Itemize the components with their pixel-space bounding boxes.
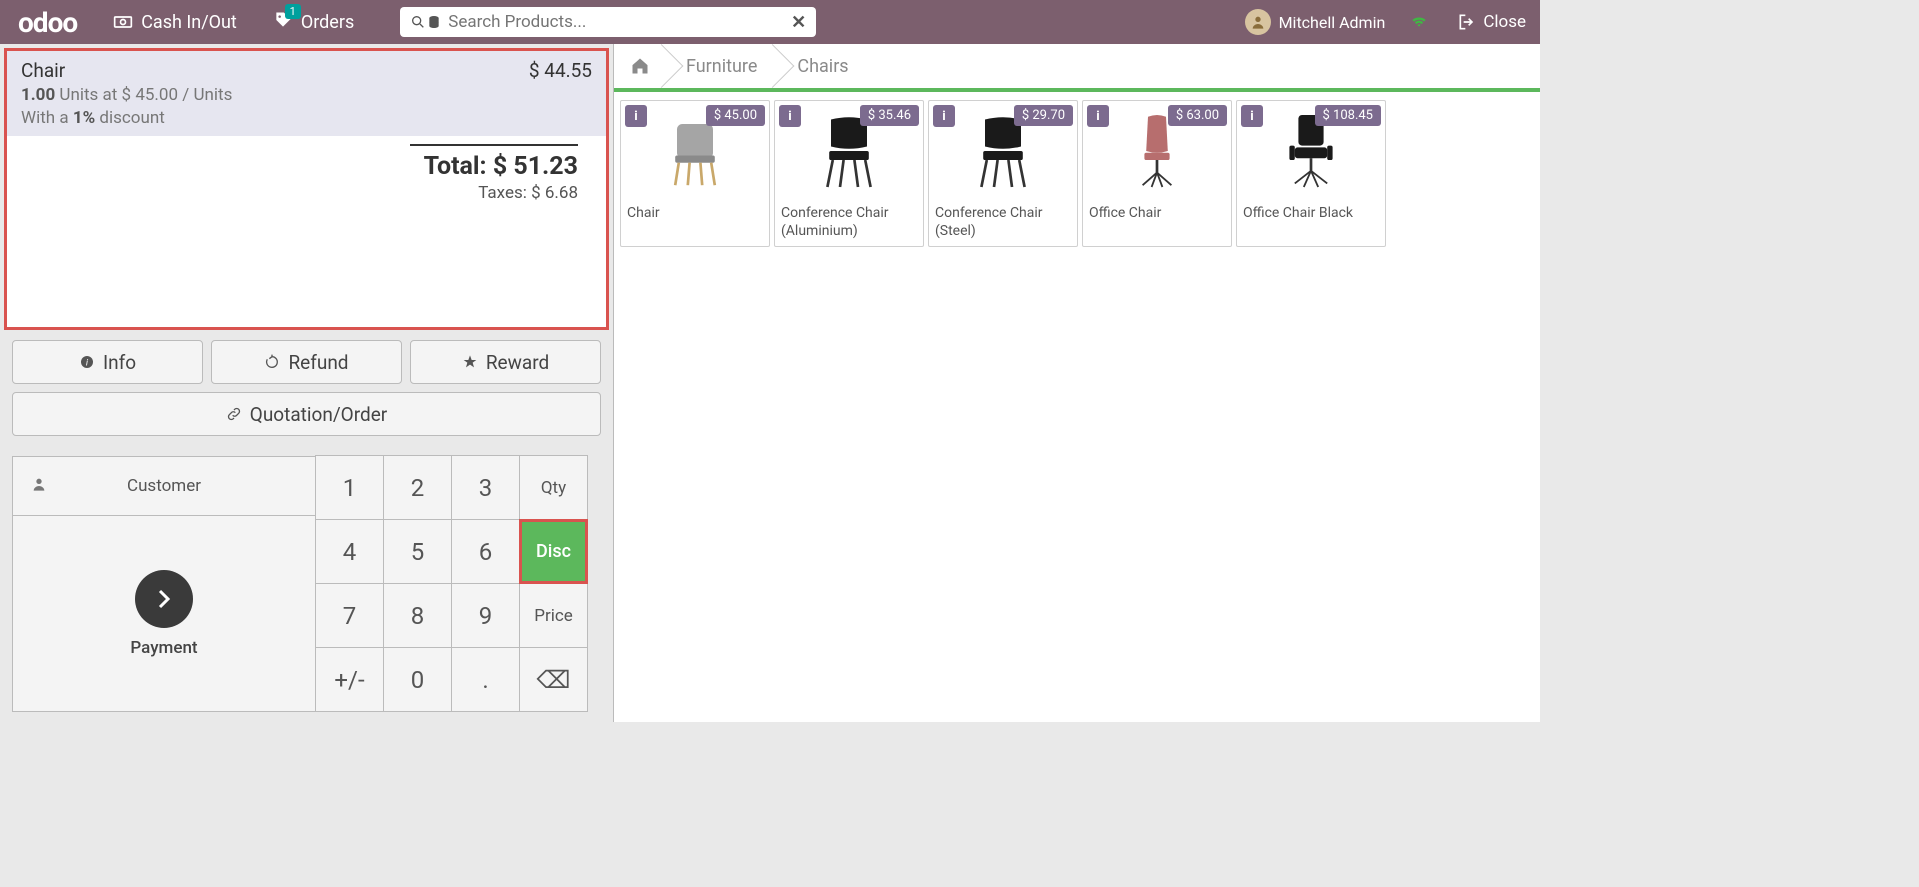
product-info-icon[interactable]: i — [933, 105, 955, 127]
product-name: Conference Chair (Aluminium) — [775, 201, 923, 246]
key-5[interactable]: 5 — [383, 519, 452, 584]
key-1[interactable]: 1 — [315, 455, 384, 520]
refund-icon — [264, 354, 280, 370]
cash-icon — [113, 12, 133, 32]
avatar — [1245, 9, 1271, 35]
info-icon: i — [79, 354, 95, 370]
info-button[interactable]: i Info — [12, 340, 203, 384]
close-button[interactable]: Close — [1443, 0, 1540, 44]
customer-button[interactable]: Customer — [12, 456, 316, 516]
orderline-discount: With a 1% discount — [21, 108, 592, 128]
product-name: Office Chair — [1083, 201, 1231, 229]
username: Mitchell Admin — [1279, 13, 1386, 32]
total-area: Total: $ 51.23 Taxes: $ 6.68 — [7, 136, 606, 211]
payment-button[interactable]: Payment — [12, 516, 316, 712]
customer-icon — [31, 476, 47, 497]
product-card[interactable]: i $ 35.46 Conference Chair (Aluminium) — [774, 100, 924, 247]
cash-in-out-button[interactable]: Cash In/Out — [95, 0, 255, 44]
quotation-button[interactable]: Quotation/Order — [12, 392, 601, 436]
orders-icon-wrap: 1 — [273, 10, 293, 35]
product-price: $ 108.45 — [1315, 105, 1382, 126]
home-icon — [630, 56, 650, 76]
product-card[interactable]: i $ 63.00 Office Chair — [1082, 100, 1232, 247]
total-label: Total: — [424, 152, 487, 181]
product-info-icon[interactable]: i — [779, 105, 801, 127]
key-8[interactable]: 8 — [383, 583, 452, 648]
star-icon — [462, 354, 478, 370]
orders-label: Orders — [301, 12, 354, 33]
breadcrumb-home[interactable] — [614, 44, 666, 88]
orderline-details: 1.00 Units at $ 45.00 / Units — [21, 85, 592, 105]
product-price: $ 45.00 — [706, 105, 765, 126]
search-icon — [410, 14, 426, 30]
right-panel: Furniture Chairs i $ 45.00 Chair i $ 35.… — [614, 44, 1540, 722]
close-label: Close — [1483, 12, 1526, 32]
orderline-price: $ 44.55 — [529, 59, 592, 82]
product-grid: i $ 45.00 Chair i $ 35.46 Conference Cha… — [614, 92, 1540, 255]
product-info-icon[interactable]: i — [1241, 105, 1263, 127]
orderline-name: Chair — [21, 59, 65, 82]
key-disc[interactable]: Disc — [519, 519, 588, 584]
search-box[interactable]: ✕ — [400, 7, 816, 37]
product-card[interactable]: i $ 108.45 Office Chair Black — [1236, 100, 1386, 247]
key-4[interactable]: 4 — [315, 519, 384, 584]
key-7[interactable]: 7 — [315, 583, 384, 648]
taxes-label: Taxes: — [478, 183, 527, 203]
product-info-icon[interactable]: i — [1087, 105, 1109, 127]
product-name: Chair — [621, 201, 769, 229]
database-icon — [426, 14, 442, 30]
product-name: Office Chair Black — [1237, 201, 1385, 229]
key-9[interactable]: 9 — [451, 583, 520, 648]
wifi-icon — [1395, 10, 1443, 35]
key-backspace[interactable]: ⌫ — [519, 647, 588, 712]
product-name: Conference Chair (Steel) — [929, 201, 1077, 246]
key-0[interactable]: 0 — [383, 647, 452, 712]
total-value: $ 51.23 — [493, 152, 578, 181]
refund-button[interactable]: Refund — [211, 340, 402, 384]
key-2[interactable]: 2 — [383, 455, 452, 520]
product-price: $ 63.00 — [1168, 105, 1227, 126]
person-icon — [1250, 14, 1266, 30]
key-3[interactable]: 3 — [451, 455, 520, 520]
cash-label: Cash In/Out — [141, 12, 237, 33]
order-area: Chair $ 44.55 1.00 Units at $ 45.00 / Un… — [4, 48, 609, 330]
app-header: odoo Cash In/Out 1 Orders ✕ Mitchell Adm… — [0, 0, 1540, 44]
logout-icon — [1457, 12, 1477, 32]
product-price: $ 35.46 — [860, 105, 919, 126]
order-line[interactable]: Chair $ 44.55 1.00 Units at $ 45.00 / Un… — [7, 51, 606, 136]
search-input[interactable] — [442, 12, 791, 32]
numeric-keypad: 1 2 3 Qty 4 5 6 Disc 7 8 9 Price +/- 0 .… — [316, 456, 588, 712]
breadcrumb: Furniture Chairs — [614, 44, 1540, 92]
search-wrap: ✕ — [400, 7, 816, 37]
clear-search-icon[interactable]: ✕ — [791, 12, 806, 33]
key-price[interactable]: Price — [519, 583, 588, 648]
taxes-value: $ 6.68 — [531, 183, 578, 203]
product-card[interactable]: i $ 45.00 Chair — [620, 100, 770, 247]
product-card[interactable]: i $ 29.70 Conference Chair (Steel) — [928, 100, 1078, 247]
product-price: $ 29.70 — [1014, 105, 1073, 126]
key-qty[interactable]: Qty — [519, 455, 588, 520]
orders-button[interactable]: 1 Orders — [255, 0, 372, 44]
controls: i Info Refund Reward Quotation/Order — [0, 334, 613, 450]
main: Chair $ 44.55 1.00 Units at $ 45.00 / Un… — [0, 44, 1540, 722]
key-sign[interactable]: +/- — [315, 647, 384, 712]
key-6[interactable]: 6 — [451, 519, 520, 584]
keypad-area: Customer Payment 1 2 3 Qty 4 5 6 Disc 7 — [0, 456, 613, 712]
product-info-icon[interactable]: i — [625, 105, 647, 127]
logo: odoo — [0, 6, 95, 39]
payment-arrow-icon — [135, 570, 193, 628]
orders-badge: 1 — [285, 4, 301, 19]
link-icon — [226, 406, 242, 422]
reward-button[interactable]: Reward — [410, 340, 601, 384]
left-panel: Chair $ 44.55 1.00 Units at $ 45.00 / Un… — [0, 44, 614, 722]
user-menu[interactable]: Mitchell Admin — [1235, 0, 1396, 44]
key-dot[interactable]: . — [451, 647, 520, 712]
